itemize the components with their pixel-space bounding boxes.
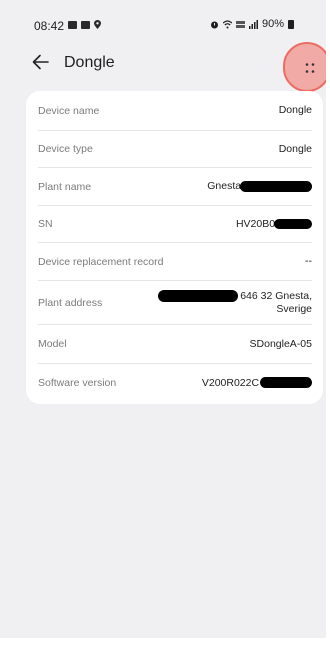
detail-label: Model (38, 338, 67, 350)
detail-value: SDongleA-05 (249, 337, 312, 350)
redaction-mark (240, 180, 312, 192)
status-right-icons: 90% (210, 18, 295, 30)
detail-value: Dongle (278, 104, 312, 116)
battery-icon (288, 19, 295, 29)
detail-value-group: V200R022C (202, 377, 312, 390)
mail-icon (81, 20, 90, 29)
detail-value-group: 646 32 Gnesta, Sverige (158, 290, 312, 316)
detail-row-device-name: Device name Dongle (38, 91, 312, 131)
device-details-card: Device name Dongle Device type Dongle Pl… (26, 91, 323, 404)
detail-row-plant-name: Plant name Gnesta (38, 168, 312, 206)
detail-label: Plant name (38, 180, 92, 193)
detail-value-group: HV20B0 (236, 218, 312, 231)
more-options-button[interactable] (283, 42, 330, 92)
status-bar: 08:42 90% (0, 0, 330, 36)
detail-row-model: Model SDongleA-05 (38, 325, 312, 364)
battery-percent: 90% (262, 18, 285, 30)
volte-icon (236, 20, 245, 28)
detail-value: Dongle (278, 142, 312, 155)
more-dots-icon (305, 63, 315, 73)
detail-value-line-2: Sverige (276, 302, 312, 315)
detail-label: Device type (38, 143, 93, 155)
detail-label: Software version (38, 377, 117, 389)
detail-row-software-version: Software version V200R022C (38, 364, 312, 402)
detail-value: 646 32 Gnesta, (240, 289, 312, 302)
address-line-1: 646 32 Gnesta, (158, 290, 312, 303)
detail-row-sn: SN HV20B0 (38, 206, 312, 243)
redaction-mark (158, 290, 239, 302)
page-title: Dongle (64, 54, 115, 71)
redaction-mark (274, 218, 312, 229)
back-arrow-icon[interactable] (30, 51, 52, 73)
status-time: 08:42 (34, 19, 65, 33)
signal-icon (249, 19, 258, 29)
detail-label: Device name (38, 104, 100, 117)
detail-row-replacement-record[interactable]: Device replacement record -- (38, 243, 312, 281)
detail-label: Device replacement record (38, 255, 164, 268)
detail-value-group: Gnesta (207, 180, 312, 193)
detail-value: V200R022C (201, 376, 260, 389)
status-left-icons (68, 20, 101, 29)
wifi-icon (223, 19, 232, 28)
detail-value: Gnesta (207, 180, 242, 192)
detail-value: HV20B0 (235, 217, 276, 230)
detail-value: -- (305, 255, 312, 267)
screen: 08:42 90% Dongle Device name Dongle Devi… (0, 0, 330, 646)
header: Dongle (0, 46, 330, 82)
image-icon (68, 20, 77, 29)
redaction-mark (260, 377, 312, 389)
alarm-icon (211, 21, 218, 28)
screen-edge (326, 0, 330, 646)
detail-label: SN (38, 218, 53, 230)
location-pin-icon (94, 20, 101, 29)
detail-label: Plant address (38, 296, 103, 309)
detail-row-device-type: Device type Dongle (38, 131, 312, 168)
screen-bottom-edge (0, 638, 330, 646)
detail-row-plant-address: Plant address 646 32 Gnesta, Sverige (38, 281, 312, 325)
